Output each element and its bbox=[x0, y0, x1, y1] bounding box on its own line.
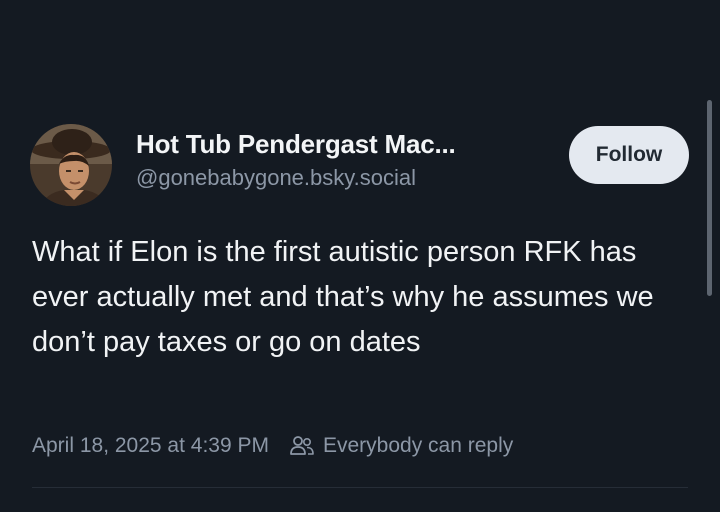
reply-setting-label: Everybody can reply bbox=[322, 434, 514, 457]
post-card: Hot Tub Pendergast Mac... @gonebabygone.… bbox=[0, 0, 720, 512]
avatar[interactable] bbox=[30, 124, 112, 206]
post-timestamp[interactable]: April 18, 2025 at 4:39 PM bbox=[32, 434, 269, 458]
scrollbar[interactable] bbox=[707, 100, 712, 296]
post-meta: April 18, 2025 at 4:39 PM Everybody can … bbox=[32, 434, 513, 458]
reply-setting[interactable]: Everybody can reply bbox=[289, 434, 513, 458]
follow-button[interactable]: Follow bbox=[569, 126, 689, 184]
avatar-image bbox=[30, 124, 112, 206]
author-handle[interactable]: @gonebabygone.bsky.social bbox=[136, 164, 456, 192]
author-info: Hot Tub Pendergast Mac... @gonebabygone.… bbox=[136, 128, 456, 192]
divider bbox=[32, 487, 688, 488]
author-display-name[interactable]: Hot Tub Pendergast Mac... bbox=[136, 128, 456, 160]
people-icon bbox=[289, 435, 315, 457]
post-text: What if Elon is the first autistic perso… bbox=[32, 236, 654, 358]
